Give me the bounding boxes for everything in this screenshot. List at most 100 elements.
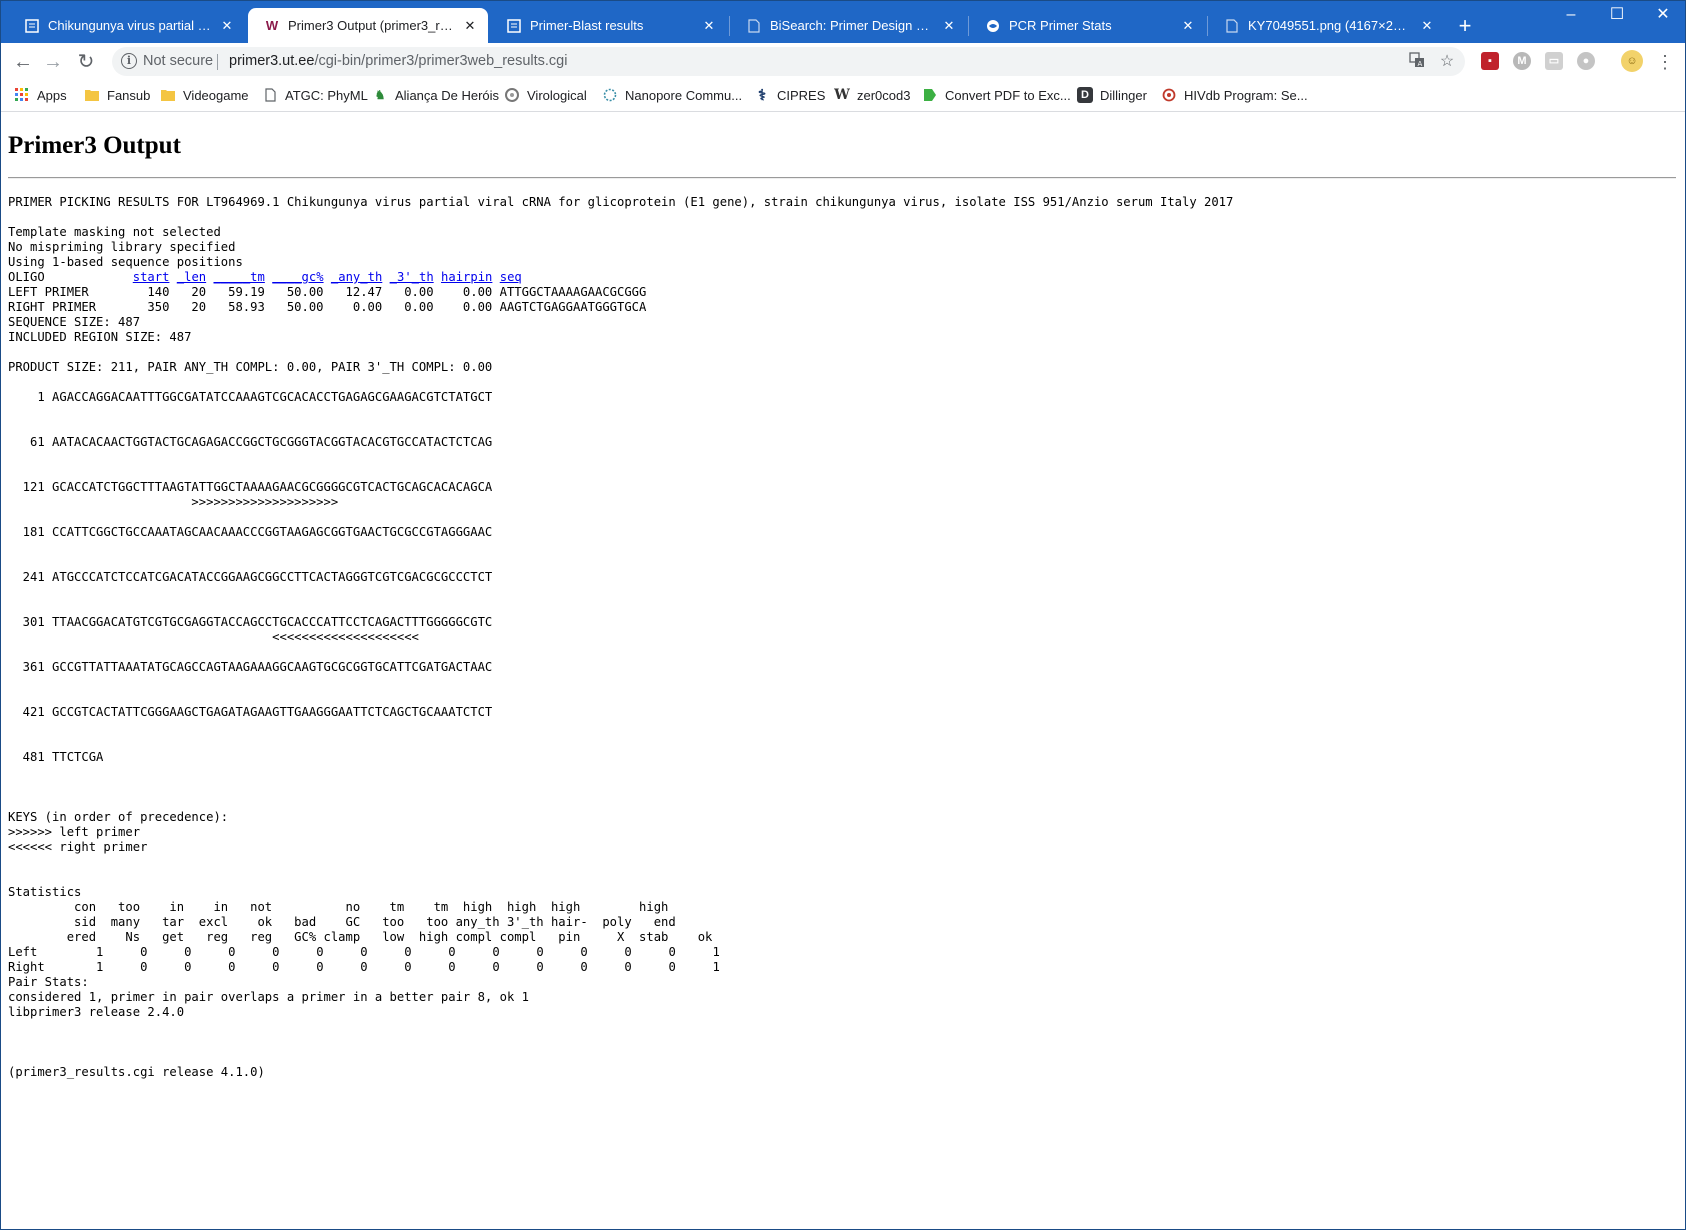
product-size-line: PRODUCT SIZE: 211, PAIR ANY_TH COMPL: 0.… (8, 360, 493, 374)
close-window-button[interactable]: ✕ (1640, 0, 1686, 32)
profile-avatar-icon[interactable]: ☺ (1621, 50, 1643, 72)
info-icon[interactable]: i (121, 53, 137, 69)
document-favicon-icon (24, 18, 40, 34)
keys-header: KEYS (in order of precedence): (8, 810, 229, 824)
note-line: No mispriming library specified (8, 240, 236, 254)
sequence-size: SEQUENCE SIZE: 487 (8, 315, 141, 329)
pair-stats-line: considered 1, primer in pair overlaps a … (8, 990, 529, 1004)
reload-icon[interactable]: ↻ (73, 49, 99, 75)
bookmark-label: Convert PDF to Exc... (945, 87, 1071, 103)
tab-title: Primer-Blast results (530, 18, 644, 33)
url-host: primer3.ut.ee (229, 53, 315, 69)
column-link-start[interactable]: start (133, 270, 170, 284)
bookmark-label: Videogame (183, 87, 249, 103)
minimize-button[interactable]: – (1548, 0, 1594, 32)
bookmark-zer0cod3[interactable]: W zer0cod3 (834, 85, 910, 105)
oligo-label: OLIGO (8, 270, 45, 284)
security-label[interactable]: Not secure (143, 53, 213, 69)
key-left-primer: >>>>>> left primer (8, 825, 141, 839)
url-text[interactable]: primer3.ut.ee/cgi-bin/primer3/primer3web… (229, 53, 567, 69)
bookmark-label: ATGC: PhyML (285, 87, 368, 103)
bookmark-atgc-phyml[interactable]: ATGC: PhyML (262, 85, 368, 105)
column-link-gc[interactable]: ____gc% (272, 270, 323, 284)
bookmark-virological[interactable]: Virological (504, 85, 587, 105)
statistics-cell: 0 (587, 960, 632, 974)
statistics-header-line: sid many tar excl ok bad GC too too any_… (8, 915, 676, 929)
tab-primer3-output[interactable]: W Primer3 Output (primer3_results.c ✕ (248, 8, 488, 43)
statistics-cell: 0 (455, 960, 500, 974)
tab-primer-blast[interactable]: Primer-Blast results ✕ (490, 8, 727, 43)
statistics-cell: 0 (543, 945, 588, 959)
new-tab-button[interactable]: + (1451, 14, 1479, 38)
tab-chikungunya[interactable]: Chikungunya virus partial viral cR ✕ (8, 8, 245, 43)
translate-icon[interactable]: A (1407, 52, 1427, 72)
extension-gray-icon[interactable]: ▭ (1545, 52, 1563, 70)
sequence-block: 1 AGACCAGGACAATTTGGCGATATCCAAAGTCGCACACC… (22, 390, 493, 764)
maximize-button[interactable]: ☐ (1594, 0, 1640, 32)
tab-close-icon[interactable]: ✕ (1180, 18, 1196, 34)
bookmark-dillinger[interactable]: D Dillinger (1077, 85, 1147, 105)
extension-circle-icon[interactable]: ● (1577, 52, 1595, 70)
statistics-cell: 0 (543, 960, 588, 974)
convert-pdf-site-icon (922, 87, 938, 103)
column-link-hairpin[interactable]: hairpin (441, 270, 492, 284)
statistics-cell: 0 (455, 945, 500, 959)
forward-arrow-icon[interactable]: → (40, 49, 66, 75)
extension-m-icon[interactable]: M (1513, 52, 1531, 70)
hivdb-site-icon (1161, 87, 1177, 103)
document-favicon-icon (506, 18, 522, 34)
statistics-cell: 0 (499, 945, 544, 959)
statistics-cell: 0 (147, 960, 192, 974)
results-header: PRIMER PICKING RESULTS FOR LT964969.1 Ch… (8, 195, 1234, 209)
tab-close-icon[interactable]: ✕ (701, 18, 717, 34)
bookmark-star-icon[interactable]: ☆ (1437, 52, 1457, 72)
bookmark-hivdb-program[interactable]: HIVdb Program: Se... (1161, 85, 1308, 105)
statistics-cell: 0 (323, 960, 368, 974)
statistics-cell: 0 (587, 945, 632, 959)
bookmark-alianca-de-herois[interactable]: ♞ Aliança De Heróis (372, 85, 499, 105)
page-title: Primer3 Output (8, 132, 181, 159)
column-link-3-th[interactable]: _3'_th (390, 270, 434, 284)
statistics-cell: 1 (59, 945, 104, 959)
back-arrow-icon[interactable]: ← (10, 49, 36, 75)
statistics-cell: 0 (631, 945, 676, 959)
column-link-any-th[interactable]: _any_th (331, 270, 382, 284)
tab-close-icon[interactable]: ✕ (1419, 18, 1435, 34)
folder-icon (84, 87, 100, 103)
address-bar[interactable]: i Not secure primer3.ut.ee/cgi-bin/prime… (112, 47, 1465, 76)
statistics-cell: 0 (499, 960, 544, 974)
key-right-primer: <<<<<< right primer (8, 840, 148, 854)
tab-close-icon[interactable]: ✕ (219, 18, 235, 34)
page-icon (262, 87, 278, 103)
bookmark-cipres[interactable]: ⚕ CIPRES (754, 85, 825, 105)
bookmark-nanopore-community[interactable]: Nanopore Commu... (602, 85, 742, 105)
statistics-header-line: con too in in not no tm tm high high hig… (8, 900, 669, 914)
tab-close-icon[interactable]: ✕ (462, 18, 478, 34)
column-link-seq[interactable]: seq (500, 270, 522, 284)
column-link-len[interactable]: _len (177, 270, 206, 284)
menu-kebab-icon[interactable]: ⋮ (1652, 49, 1678, 75)
tab-close-icon[interactable]: ✕ (941, 18, 957, 34)
bookmark-fansub[interactable]: Fansub (84, 85, 150, 105)
column-link-tm[interactable]: _____tm (213, 270, 264, 284)
statistics-title: Statistics (8, 885, 82, 899)
tab-pcr-primer-stats[interactable]: PCR Primer Stats ✕ (969, 8, 1206, 43)
statistics-cell: 0 (323, 945, 368, 959)
tab-bisearch[interactable]: BiSearch: Primer Design and Sear ✕ (730, 8, 967, 43)
statistics-cell: 0 (631, 960, 676, 974)
results-preformatted: PRIMER PICKING RESULTS FOR LT964969.1 Ch… (8, 195, 1233, 1080)
statistics-cell: 1 (675, 960, 720, 974)
page-content: Primer3 Output PRIMER PICKING RESULTS FO… (0, 112, 1686, 1230)
bookmark-apps[interactable]: Apps (14, 85, 67, 105)
url-path: /cgi-bin/primer3/primer3web_results.cgi (314, 53, 568, 69)
bookmark-label: CIPRES (777, 87, 826, 103)
tab-ky7049551-png[interactable]: KY7049551.png (4167×2083) ✕ (1208, 8, 1445, 43)
omnibox-divider (217, 54, 218, 70)
bookmark-videogame[interactable]: Videogame (160, 85, 249, 105)
extension-red-icon[interactable]: ▪ (1481, 52, 1499, 70)
statistics-cell: 0 (235, 945, 280, 959)
bookmarks-bar: Apps Fansub Videogame ATGC: PhyML ♞ Alia… (0, 80, 1686, 112)
bookmark-convert-pdf[interactable]: Convert PDF to Exc... (922, 85, 1071, 105)
svg-text:A: A (1418, 60, 1423, 68)
right-primer-row: RIGHT PRIMER 350 20 58.93 50.00 0.00 0.0… (8, 300, 647, 314)
